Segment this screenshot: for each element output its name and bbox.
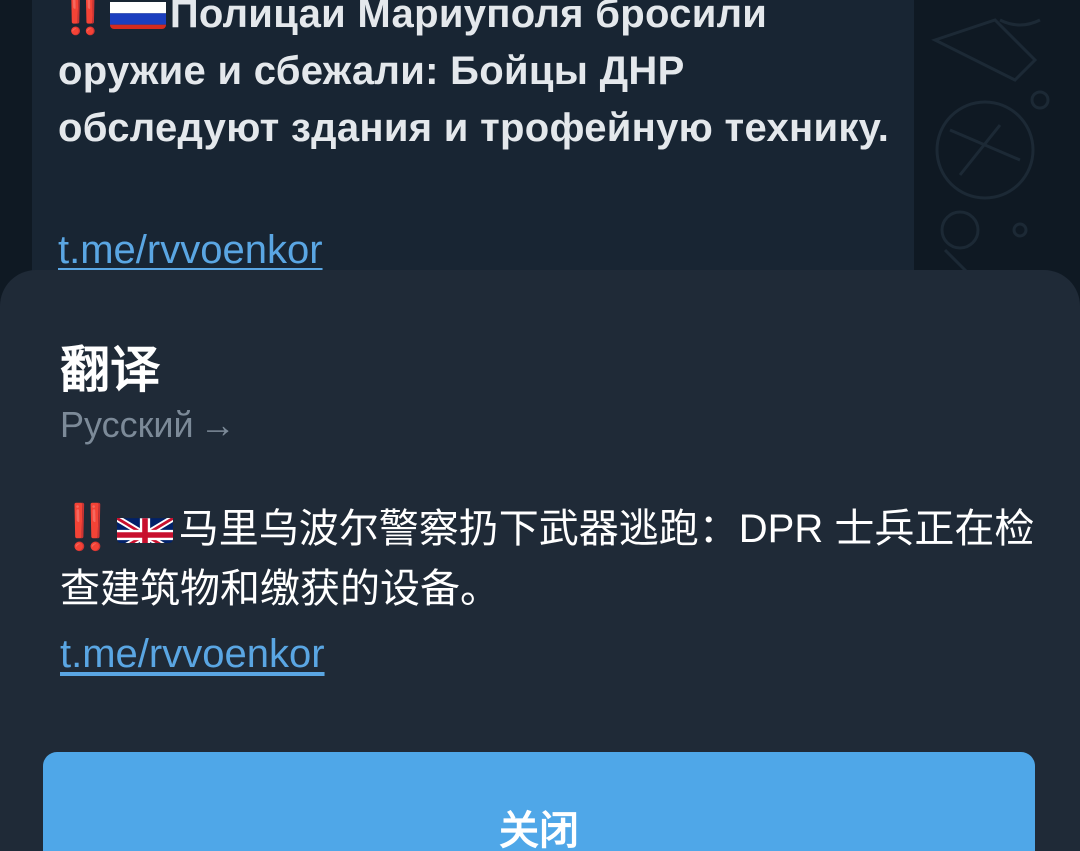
source-language: Русский xyxy=(60,404,194,445)
alert-icon: ‼️ xyxy=(60,503,115,552)
arrow-right-icon: → xyxy=(199,404,236,445)
sheet-title: 翻译 xyxy=(60,342,160,398)
uk-flag-icon xyxy=(116,509,173,543)
message-body: Полицаи Мариуполя бросили оружие и сбежа… xyxy=(58,0,890,150)
close-button[interactable]: 关闭 xyxy=(43,752,1035,851)
screen: ‼️ Полицаи Мариуполя бросили оружие и сбе… xyxy=(0,0,1080,851)
translated-link[interactable]: t.me/rvvoenkor xyxy=(60,628,325,680)
language-selector[interactable]: Русский → xyxy=(60,402,236,448)
message-text: ‼️ Полицаи Мариуполя бросили оружие и сбе… xyxy=(58,0,898,157)
close-button-label: 关闭 xyxy=(499,809,579,851)
alert-icon: ‼️ xyxy=(58,0,108,36)
russia-flag-icon xyxy=(109,0,166,29)
message-link[interactable]: t.me/rvvoenkor xyxy=(58,224,323,276)
translated-text: ‼️ 马里乌波尔警察扔下武器逃跑：DPR 士兵正在检查建筑物和缴获的设备。 xyxy=(60,498,1040,619)
translated-body: 马里乌波尔警察扔下武器逃跑：DPR 士兵正在检查建筑物和缴获的设备。 xyxy=(60,507,1035,611)
